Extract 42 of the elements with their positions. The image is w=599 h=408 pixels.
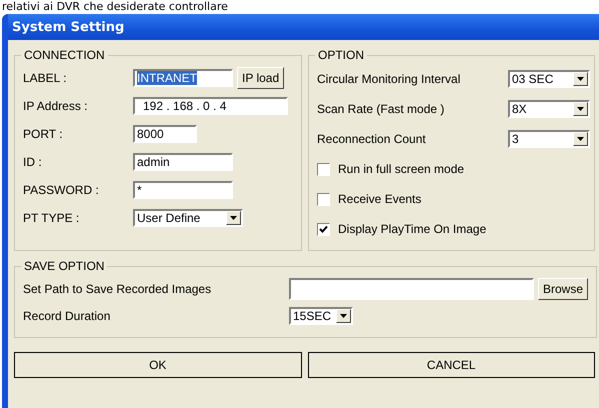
dropdown[interactable]: 8X [508, 100, 590, 118]
input-field[interactable]: * [133, 181, 233, 199]
dialog-button[interactable]: CANCEL [308, 352, 595, 378]
ip-load-button[interactable]: IP load [237, 67, 284, 89]
dropdown-arrow-icon [340, 314, 347, 318]
checkbox-label: Run in full screen mode [338, 162, 464, 176]
dropdown-arrow-icon [577, 107, 584, 111]
field-label: Record Duration [23, 308, 112, 322]
dropdown-arrow-icon [577, 137, 584, 141]
browse-button[interactable]: Browse [538, 278, 588, 300]
field-label: Reconnection Count [317, 132, 426, 146]
dialog-button[interactable]: OK [14, 352, 302, 378]
ip-address-field[interactable]: 192 . 168 . 0 . 4 [133, 97, 288, 115]
checkbox-label: Display PlayTime On Image [338, 222, 486, 236]
field-label: LABEL : [23, 71, 68, 85]
group-title: SAVE OPTION [23, 259, 106, 273]
field-label: IP Address : [23, 99, 88, 113]
input-field[interactable]: INTRANET [133, 69, 233, 87]
checkbox[interactable] [317, 222, 330, 236]
group-title: CONNECTION [23, 48, 106, 62]
dropdown[interactable]: User Define [133, 209, 243, 227]
field-label: PT TYPE : [23, 211, 80, 225]
field-label: Scan Rate (Fast mode ) [317, 102, 444, 116]
field-label: PASSWORD : [23, 183, 100, 197]
dropdown-arrow-icon [230, 216, 237, 220]
dropdown[interactable]: 3 [508, 130, 590, 148]
checkbox-label: Receive Events [338, 192, 422, 206]
input-field[interactable]: admin [133, 153, 233, 171]
field-label: Circular Monitoring Interval [317, 72, 460, 86]
input-field[interactable]: 8000 [133, 125, 197, 143]
path-field[interactable] [289, 278, 534, 300]
dropdown[interactable]: 15SEC [289, 306, 353, 324]
caption-text: relativi ai DVR che desiderate controllare [2, 0, 228, 13]
dropdown-arrow-icon [577, 77, 584, 81]
field-label: Set Path to Save Recorded Images [23, 282, 212, 296]
window-title: System Setting [12, 20, 124, 34]
checkbox[interactable] [317, 192, 330, 206]
checkbox[interactable] [317, 162, 330, 176]
group-title: OPTION [317, 48, 366, 62]
dropdown[interactable]: 03 SEC [508, 70, 590, 88]
field-label: ID : [23, 155, 43, 169]
field-label: PORT : [23, 127, 64, 141]
